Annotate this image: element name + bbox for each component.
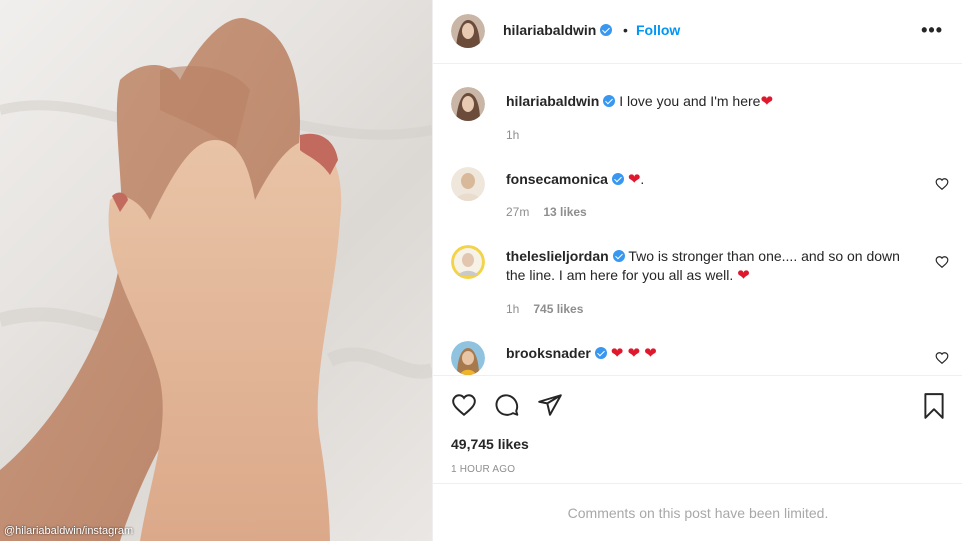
verified-icon — [600, 24, 613, 36]
comment-time: 27m — [506, 205, 530, 219]
comment-icon[interactable] — [494, 392, 520, 418]
avatar[interactable] — [451, 341, 485, 375]
comment-likes[interactable]: 745 likes — [533, 302, 583, 316]
heart-emoji: ❤ — [760, 93, 774, 110]
separator-dot: • — [623, 22, 628, 38]
comment-likes[interactable]: 13 likes — [543, 205, 586, 219]
comment-username[interactable]: brooksnader — [506, 345, 591, 361]
verified-icon — [611, 173, 624, 185]
comment-username[interactable]: theleslieljordan — [506, 248, 609, 264]
heart-emoji: ❤ — [627, 171, 641, 188]
comment-time: 1h — [506, 302, 520, 316]
verified-icon — [612, 250, 625, 262]
follow-button[interactable]: Follow — [636, 22, 680, 38]
post-header: hilariabaldwin • Follow ••• — [433, 0, 962, 64]
comments-limited-notice: Comments on this post have been limited. — [433, 483, 962, 541]
likes-count[interactable]: 49,745 likes — [451, 436, 529, 452]
share-icon[interactable] — [537, 392, 563, 418]
caption-time: 1h — [506, 128, 519, 142]
like-comment-icon[interactable] — [935, 177, 949, 191]
caption-username[interactable]: hilariabaldwin — [506, 93, 599, 109]
author-username[interactable]: hilariabaldwin — [503, 22, 596, 38]
caption-timestamp: 1h — [506, 128, 520, 142]
comment-text-row: theleslieljordan Two is stronger than on… — [506, 247, 916, 285]
comment-trailing: . — [640, 171, 645, 187]
heart-icon[interactable] — [451, 392, 477, 418]
post-actions: 49,745 likes 1 HOUR AGO — [433, 375, 962, 485]
post-sidebar: hilariabaldwin • Follow ••• hilariabaldw… — [432, 0, 962, 541]
avatar[interactable] — [451, 87, 485, 121]
comments-list[interactable]: hilariabaldwin I love you and I'm here ❤ … — [433, 65, 962, 375]
avatar[interactable] — [451, 167, 485, 201]
post-timestamp[interactable]: 1 HOUR AGO — [451, 464, 515, 475]
author-name-row: hilariabaldwin — [503, 22, 613, 40]
like-comment-icon[interactable] — [935, 255, 949, 269]
more-options-icon[interactable]: ••• — [921, 20, 943, 41]
comment-meta: 27m 13 likes — [506, 205, 587, 219]
comment-text-row: brooksnader ❤ ❤ ❤ — [506, 344, 916, 363]
comment-username[interactable]: fonsecamonica — [506, 171, 608, 187]
caption-text: I love you and I'm here — [619, 93, 761, 109]
heart-emoji: ❤ — [737, 267, 750, 284]
hands-image — [0, 18, 432, 541]
avatar[interactable] — [451, 245, 485, 279]
comment-meta: 1h 745 likes — [506, 302, 583, 316]
verified-icon — [594, 347, 607, 359]
bookmark-icon[interactable] — [921, 392, 947, 420]
photo-credit: @hilariabaldwin/instagram — [4, 525, 134, 537]
avatar[interactable] — [451, 14, 485, 48]
comment-text-row: fonsecamonica ❤. — [506, 170, 916, 189]
post-photo: @hilariabaldwin/instagram — [0, 0, 432, 541]
caption-text-row: hilariabaldwin I love you and I'm here❤ — [506, 92, 916, 111]
like-comment-icon[interactable] — [935, 351, 949, 365]
heart-emoji: ❤ ❤ ❤ — [610, 345, 657, 362]
verified-icon — [603, 95, 616, 107]
